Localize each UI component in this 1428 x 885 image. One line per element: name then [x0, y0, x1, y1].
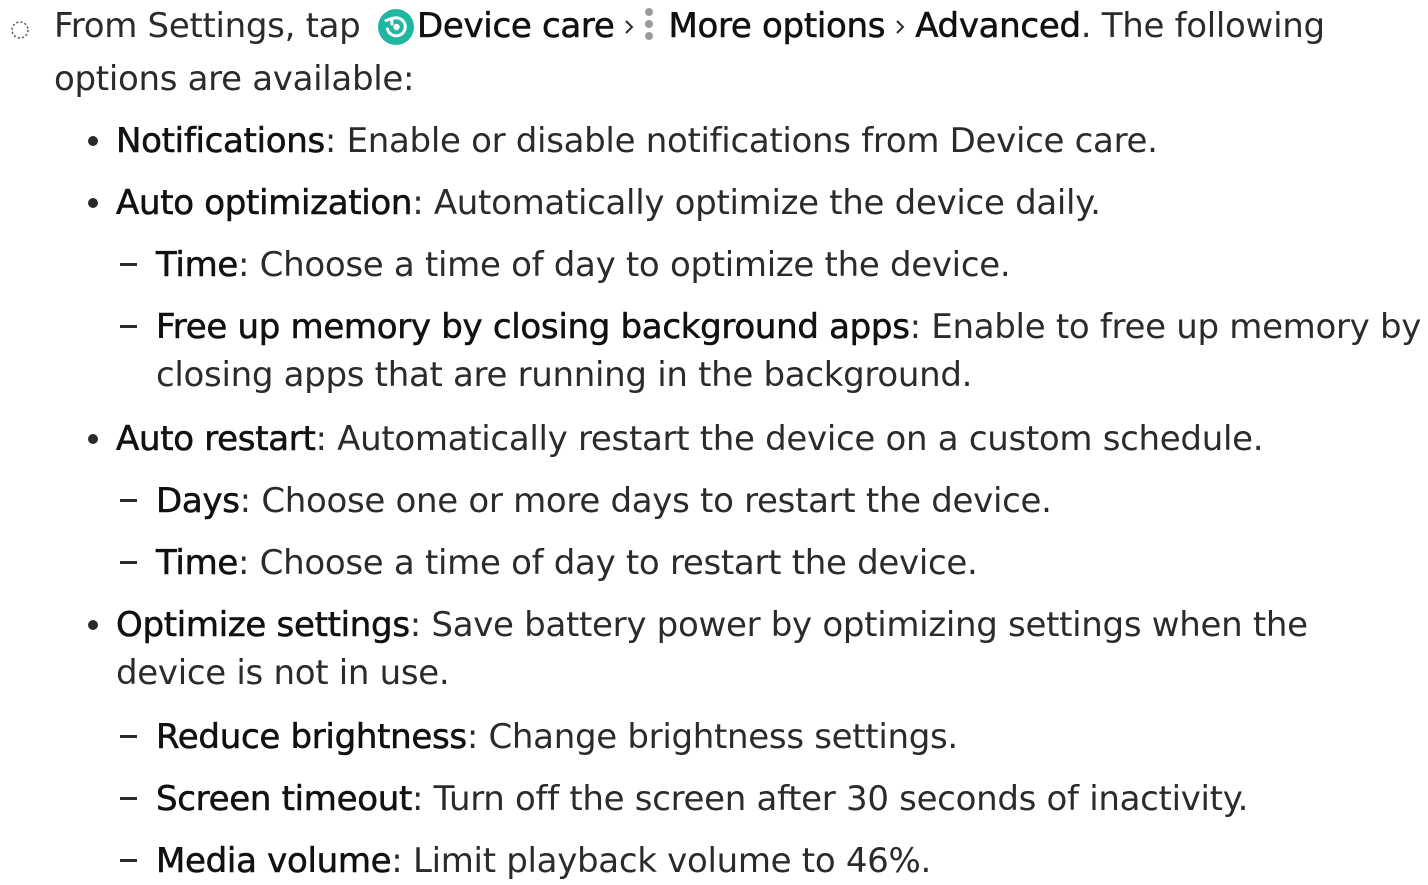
- item-desc: : Change brightness settings.: [466, 717, 958, 757]
- item-term: Auto restart: [116, 419, 316, 460]
- item-term: Media volume: [156, 841, 392, 882]
- item-term: Reduce brightness: [156, 717, 468, 758]
- dash-icon: [120, 561, 137, 564]
- list-subitem: Time: Choose a time of day to optimize t…: [156, 241, 1011, 289]
- item-desc: : Limit playback volume to 46%.: [391, 841, 932, 881]
- item-term: Days: [156, 481, 241, 522]
- item-term: Optimize settings: [116, 605, 411, 646]
- item-term: Time: [156, 245, 239, 286]
- device-care-icon: [377, 9, 414, 45]
- item-desc: : Choose a time of day to optimize the d…: [238, 245, 1011, 285]
- dash-icon: [120, 263, 137, 266]
- list-item: Notifications: Enable or disable notific…: [116, 117, 1158, 165]
- item-term: Time: [156, 543, 239, 584]
- step-circle-icon: [11, 21, 29, 39]
- list-subitem: Days: Choose one or more days to restart…: [156, 477, 1052, 525]
- dash-icon: [120, 325, 137, 328]
- list-subitem: Screen timeout: Turn off the screen afte…: [156, 775, 1249, 823]
- more-options-label: More options: [668, 6, 886, 47]
- list-subitem-continuation: closing apps that are running in the bac…: [156, 355, 973, 395]
- dash-icon: [120, 735, 137, 738]
- step-text-after: . The following: [1080, 6, 1325, 46]
- dash-icon: [120, 797, 137, 800]
- bullet-icon: [88, 620, 98, 630]
- step-text-before: From Settings, tap: [54, 6, 361, 46]
- dash-icon: [120, 499, 137, 502]
- item-desc: : Choose one or more days to restart the…: [239, 481, 1052, 521]
- list-subitem: Time: Choose a time of day to restart th…: [156, 539, 978, 587]
- item-desc: : Enable to free up memory by: [909, 307, 1422, 347]
- step-line-2: options are available:: [54, 59, 415, 99]
- chevron-right-icon: [625, 20, 634, 34]
- list-subitem: Reduce brightness: Change brightness set…: [156, 713, 959, 761]
- item-desc: : Choose a time of day to restart the de…: [238, 543, 978, 583]
- item-term: Notifications: [116, 121, 326, 162]
- list-subitem: Media volume: Limit playback volume to 4…: [156, 837, 932, 885]
- list-item: Optimize settings: Save battery power by…: [116, 601, 1308, 649]
- list-item: Auto restart: Automatically restart the …: [116, 415, 1264, 463]
- item-desc: : Automatically restart the device on a …: [315, 419, 1264, 459]
- list-subitem: Free up memory by closing background app…: [156, 303, 1422, 351]
- item-desc: : Turn off the screen after 30 seconds o…: [412, 779, 1249, 819]
- list-item: Auto optimization: Automatically optimiz…: [116, 179, 1101, 227]
- more-options-icon: [645, 8, 654, 40]
- item-desc: : Enable or disable notifications from D…: [324, 121, 1158, 161]
- bullet-icon: [88, 136, 98, 146]
- dash-icon: [120, 859, 137, 862]
- item-term: Screen timeout: [156, 779, 413, 820]
- advanced-label: Advanced: [915, 6, 1081, 47]
- list-item-continuation: device is not in use.: [116, 653, 450, 693]
- device-care-label: Device care: [416, 6, 615, 47]
- item-desc: : Save battery power by optimizing setti…: [409, 605, 1308, 645]
- item-term: Free up memory by closing background app…: [156, 307, 910, 348]
- step-line-1: From Settings, tap Device care More opti…: [54, 2, 1325, 50]
- item-term: Auto optimization: [116, 183, 413, 224]
- chevron-right-icon: [896, 20, 905, 34]
- bullet-icon: [88, 434, 98, 444]
- bullet-icon: [88, 198, 98, 208]
- item-desc: : Automatically optimize the device dail…: [412, 183, 1101, 223]
